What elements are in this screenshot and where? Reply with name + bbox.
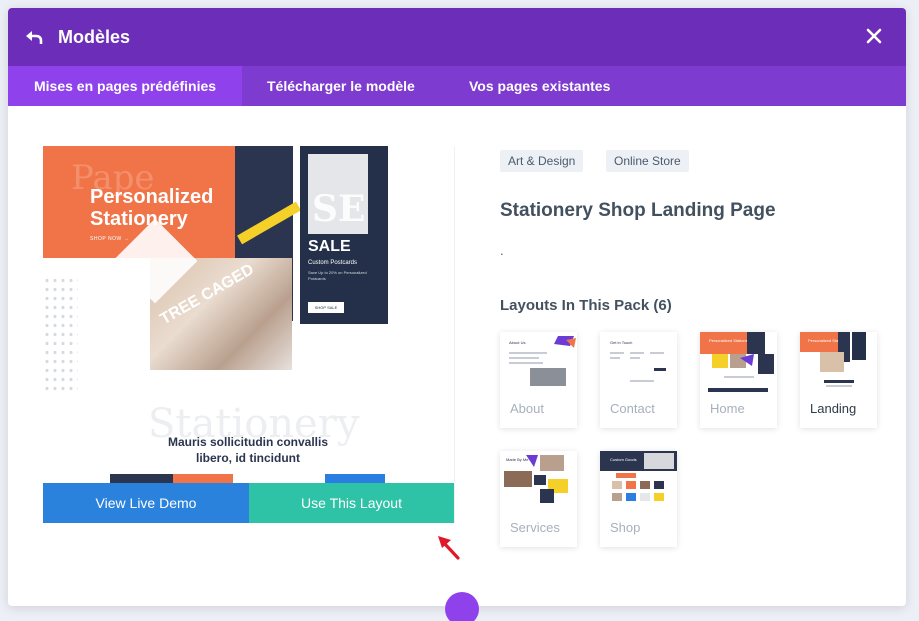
preview-dot-pattern <box>43 276 78 396</box>
category-tag-art-design[interactable]: Art & Design <box>500 150 584 172</box>
preview-shop-now: SHOP NOW → <box>90 236 130 242</box>
preview-sale-subtitle: Custom Postcards <box>308 260 358 266</box>
thumbnail-label: Home <box>710 401 745 416</box>
tab-bar: Mises en pages prédéfinies Télécharger l… <box>8 66 906 106</box>
thumbnail-heading: About Us <box>509 340 525 345</box>
tab-predefined-layouts[interactable]: Mises en pages prédéfinies <box>8 66 243 106</box>
thumbnail-heading: Custom Goods <box>610 457 637 462</box>
thumbnail-heading: Made By Me <box>506 457 529 462</box>
annotation-arrow-icon <box>438 536 460 560</box>
pack-title: Layouts In This Pack (6) <box>500 297 672 314</box>
close-icon[interactable] <box>866 28 882 44</box>
thumbnail-label: Contact <box>610 401 655 416</box>
thumbnail-label: Landing <box>810 401 857 416</box>
layout-thumbnail-about[interactable]: About Us About <box>500 332 577 428</box>
preview-sale-card: SE SALE Custom Postcards Save Up to 20% … <box>300 146 388 324</box>
thumbnail-heading: Personalized Stationery <box>709 338 751 343</box>
modal-title: Modèles <box>58 27 131 47</box>
thumbnail-image: Personalized Stationery <box>800 332 877 396</box>
preview-tagline-line2: libero, id tincidunt <box>196 451 300 465</box>
category-tag-online-store[interactable]: Online Store <box>606 150 689 172</box>
templates-modal: Modèles Mises en pages prédéfinies Téléc… <box>8 8 906 606</box>
view-live-demo-button[interactable]: View Live Demo <box>43 483 249 523</box>
layout-thumbnail-contact[interactable]: Get in Touch Contact <box>600 332 677 428</box>
thumbnail-label: Services <box>510 520 560 535</box>
use-this-layout-button[interactable]: Use This Layout <box>249 483 454 523</box>
preview-tagline: Mauris sollicitudin convallis libero, id… <box>153 434 343 466</box>
floating-action-button[interactable] <box>445 592 479 621</box>
layout-thumbnail-landing[interactable]: Personalized Stationery Landing <box>800 332 877 428</box>
tab-upload-template[interactable]: Télécharger le modèle <box>241 66 441 106</box>
modal-header: Modèles <box>8 8 906 66</box>
preview-shop-sale-button: SHOP SALE <box>308 302 344 313</box>
thumbnail-label: About <box>510 401 544 416</box>
layout-thumbnail-shop[interactable]: Custom Goods Shop <box>600 451 677 547</box>
column-divider <box>454 146 455 523</box>
thumbnail-heading: Get in Touch <box>610 340 632 345</box>
preview-card-logo: SE <box>312 188 366 230</box>
thumbnail-image: Custom Goods <box>600 451 677 515</box>
thumbnail-image: Made By Me <box>500 451 577 515</box>
layout-thumbnail-services[interactable]: Made By Me Services <box>500 451 577 547</box>
layout-description: . <box>500 243 504 258</box>
preview-sale-text: Save Up to 20% on Personalized Postcards <box>308 270 367 281</box>
tab-existing-pages[interactable]: Vos pages existantes <box>443 66 636 106</box>
layout-title: Stationery Shop Landing Page <box>500 200 776 221</box>
thumbnail-image: Get in Touch <box>600 332 677 396</box>
layout-preview-image: Pape Personalized Stationery SHOP NOW → … <box>43 146 454 523</box>
thumbnail-label: Shop <box>610 520 641 535</box>
preview-headline-line1: Personalized <box>90 186 214 208</box>
thumbnail-image: About Us <box>500 332 577 396</box>
preview-sale-title: SALE <box>308 238 351 255</box>
thumbnail-image: Personalized Stationery <box>700 332 777 396</box>
undo-arrow-icon[interactable] <box>24 27 44 47</box>
layout-thumbnail-home[interactable]: Personalized Stationery Home <box>700 332 777 428</box>
preview-tagline-line1: Mauris sollicitudin convallis <box>167 435 329 449</box>
